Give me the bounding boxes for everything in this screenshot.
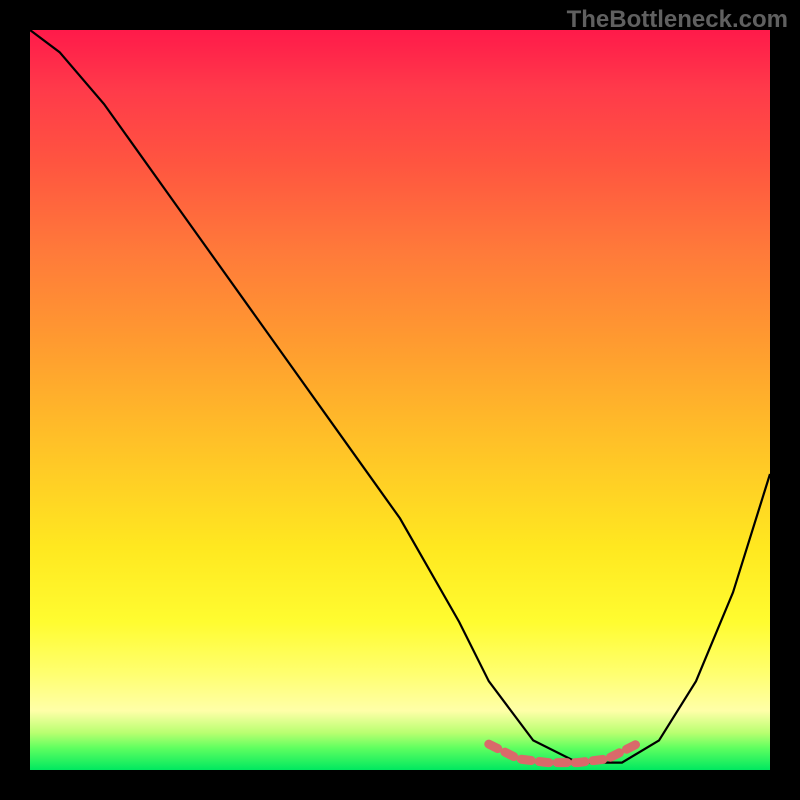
bottleneck-curve-path [30,30,770,763]
plot-area [30,30,770,770]
optimal-zone-path [489,744,637,763]
watermark-text: TheBottleneck.com [567,6,788,34]
chart-container: TheBottleneck.com [0,0,800,800]
curve-overlay [30,30,770,770]
